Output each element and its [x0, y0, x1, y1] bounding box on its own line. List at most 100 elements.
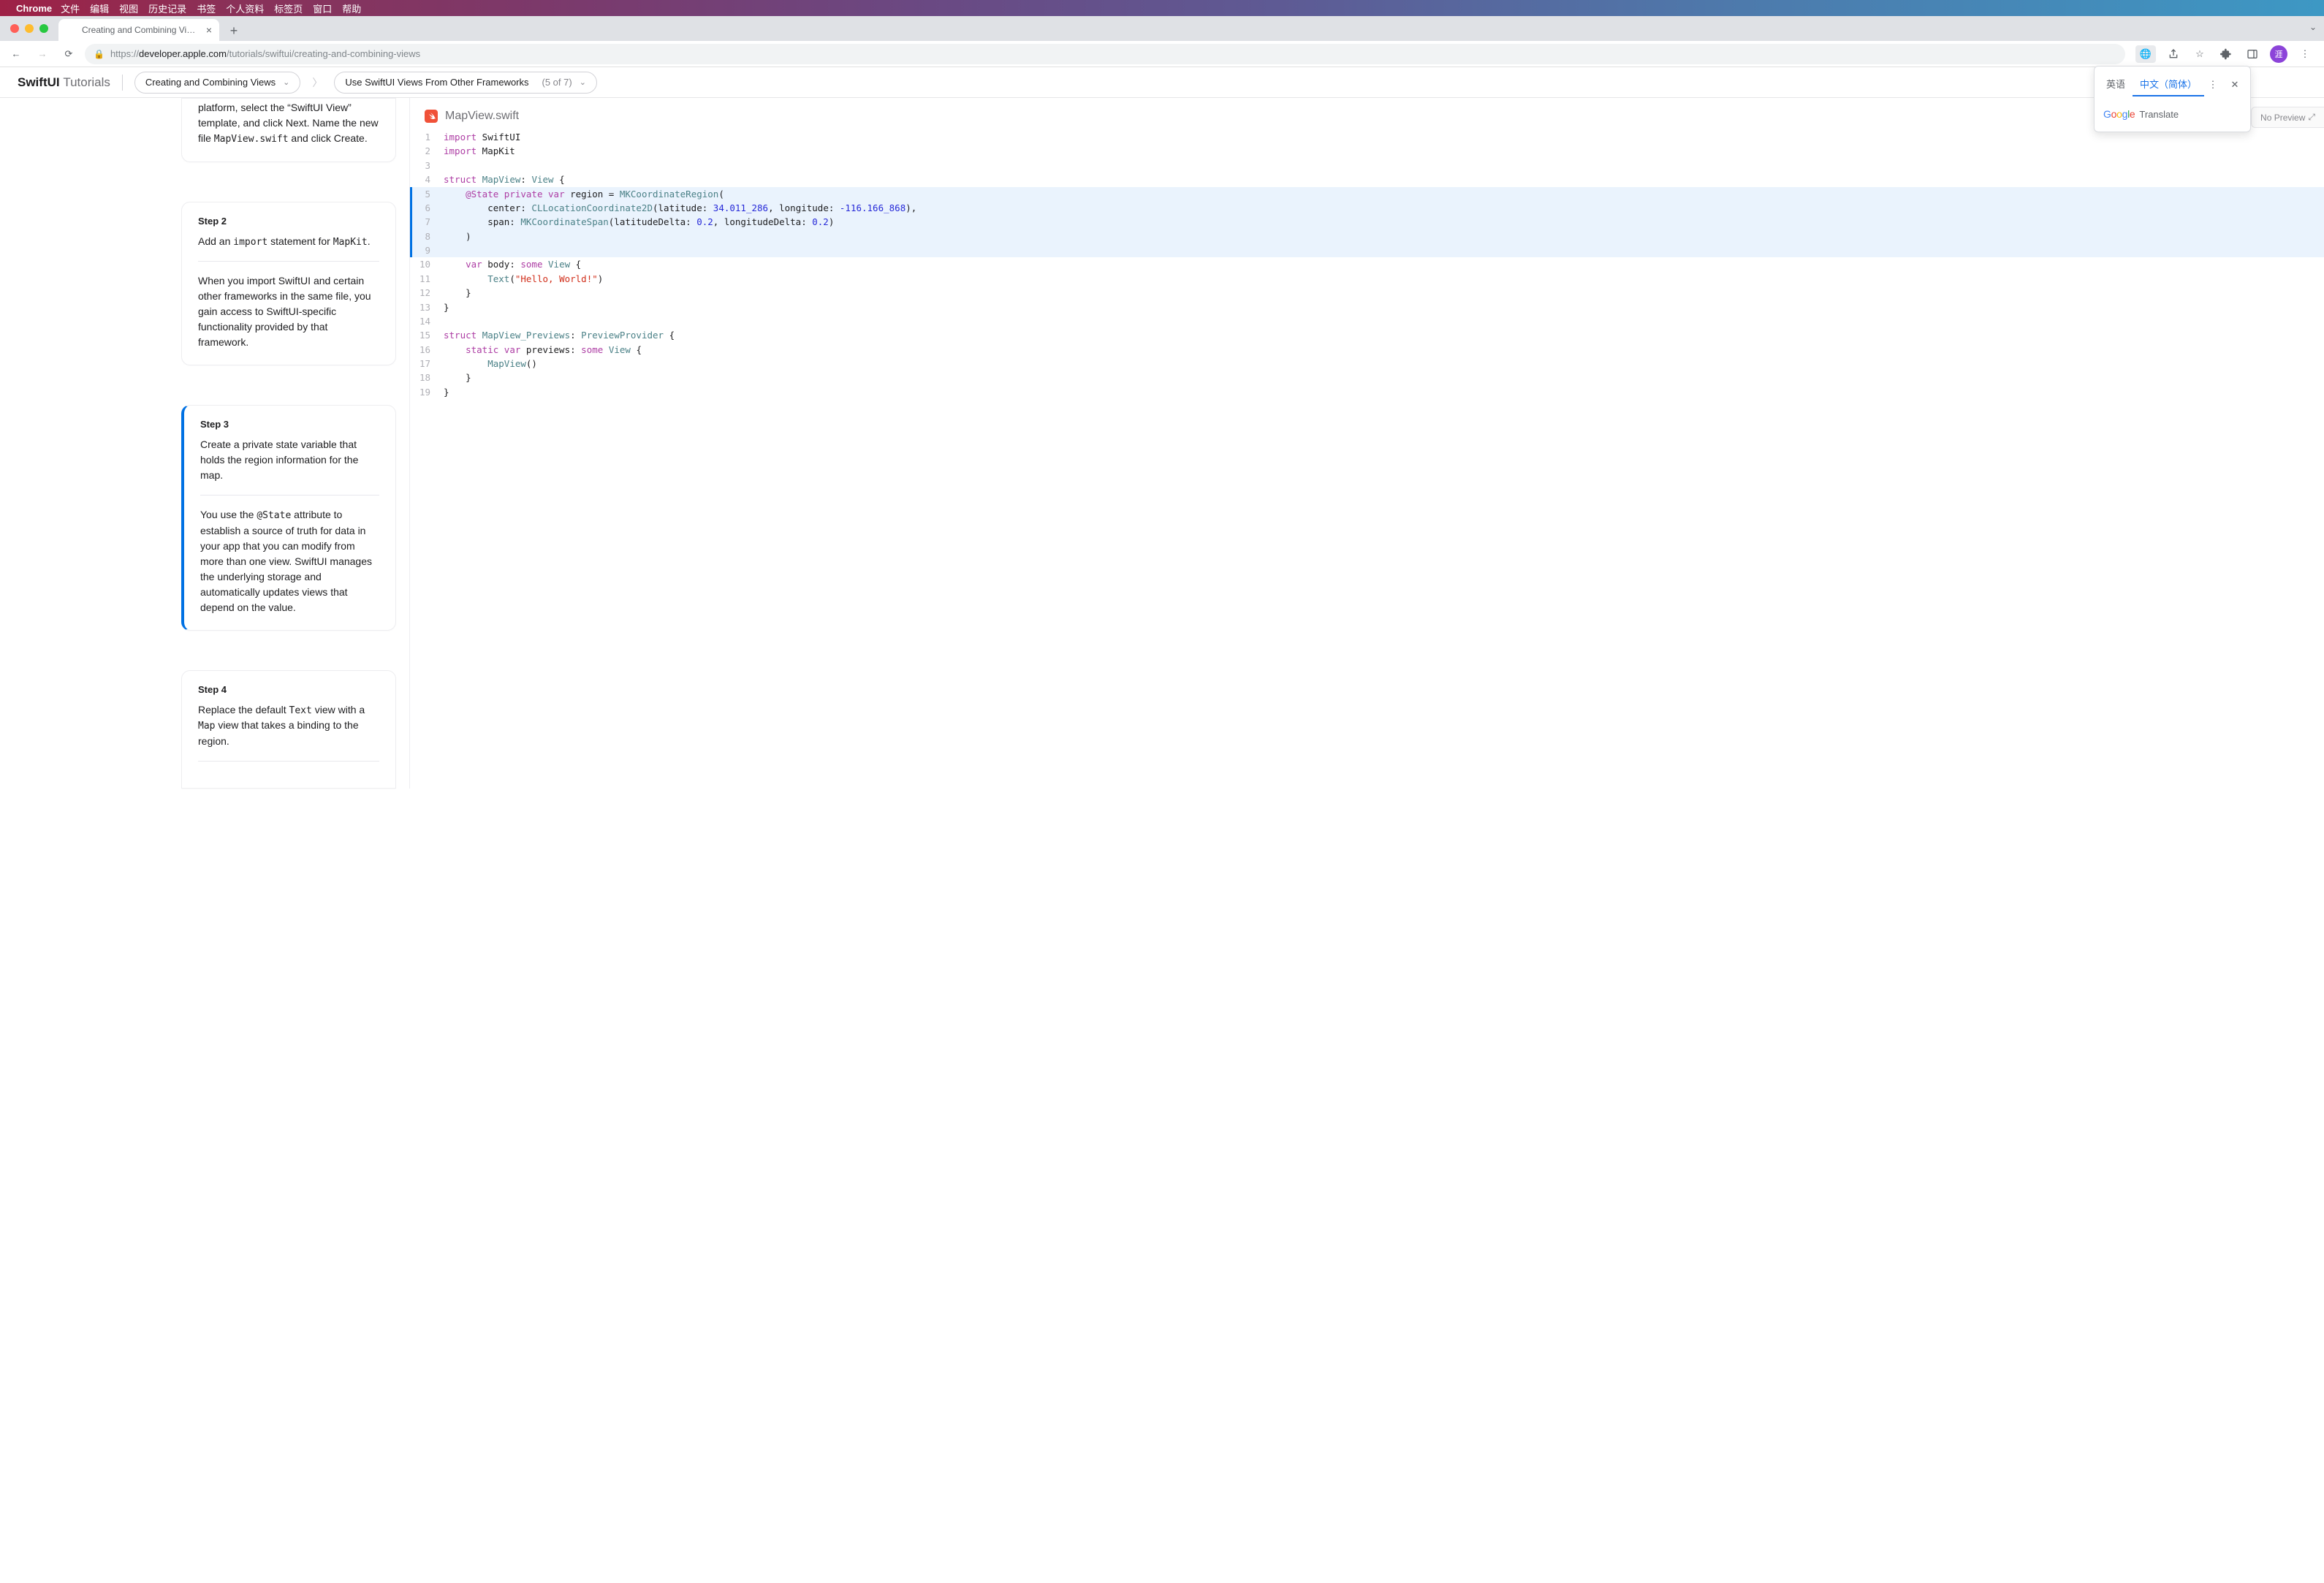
- swift-file-icon: [425, 110, 438, 123]
- step-4-body: Replace the default Text view with a Map…: [198, 702, 379, 749]
- code-text: span: MKCoordinateSpan(latitudeDelta: 0.…: [439, 215, 834, 229]
- step-card-3[interactable]: Step 3 Create a private state variable t…: [181, 405, 396, 631]
- no-preview-label: No Preview: [2260, 113, 2305, 123]
- menubar-item[interactable]: 帮助: [342, 4, 361, 15]
- divider: [198, 261, 379, 262]
- code-line: 12 }: [410, 286, 2324, 300]
- menubar-item[interactable]: 书签: [197, 4, 216, 15]
- browser-tab[interactable]: Creating and Combining Views ×: [58, 19, 219, 41]
- line-number: 18: [410, 371, 439, 384]
- tabs-dropdown-icon[interactable]: ⌄: [2309, 22, 2317, 32]
- code-text: @State private var region = MKCoordinate…: [439, 187, 724, 201]
- toolbar-actions: 🌐 ☆ 涯 ⋮: [2131, 45, 2318, 63]
- profile-avatar[interactable]: 涯: [2270, 45, 2287, 63]
- line-number: 1: [410, 130, 439, 144]
- window-minimize-button[interactable]: [25, 24, 34, 33]
- tab-close-icon[interactable]: ×: [206, 24, 212, 36]
- code-line: 13}: [410, 300, 2324, 314]
- code-line: 10 var body: some View {: [410, 257, 2324, 271]
- sidepanel-icon[interactable]: [2244, 45, 2261, 63]
- divider: [122, 75, 123, 91]
- line-number: 9: [410, 243, 439, 257]
- translate-icon[interactable]: 🌐: [2135, 45, 2156, 63]
- line-number: 14: [410, 314, 439, 328]
- line-number: 19: [410, 385, 439, 399]
- step-3-body: Create a private state variable that hol…: [200, 437, 379, 483]
- menubar-app-name[interactable]: Chrome: [16, 3, 52, 14]
- code-line: 6 center: CLLocationCoordinate2D(latitud…: [410, 201, 2324, 215]
- menubar-item[interactable]: 视图: [119, 4, 138, 15]
- code-text: struct MapView_Previews: PreviewProvider…: [439, 328, 675, 342]
- divider: [198, 761, 379, 762]
- section-label: Use SwiftUI Views From Other Frameworks: [345, 77, 528, 88]
- code-text: [439, 159, 444, 172]
- section-counter: (5 of 7): [542, 77, 572, 88]
- translate-close-icon[interactable]: ✕: [2227, 77, 2243, 93]
- line-number: 3: [410, 159, 439, 172]
- forward-button[interactable]: →: [32, 44, 53, 64]
- google-logo: Google: [2103, 108, 2135, 120]
- section-dropdown[interactable]: Use SwiftUI Views From Other Frameworks …: [334, 72, 597, 94]
- webpage-content: SwiftUI Tutorials Creating and Combining…: [0, 67, 2324, 789]
- menubar-item[interactable]: 编辑: [90, 4, 109, 15]
- code-text: MapView(): [439, 357, 537, 371]
- code-line: 11 Text("Hello, World!"): [410, 272, 2324, 286]
- translate-menu-icon[interactable]: ⋮: [2205, 77, 2221, 93]
- line-number: 6: [410, 201, 439, 215]
- expand-icon: ⤢: [2308, 112, 2315, 123]
- menubar-item[interactable]: 标签页: [274, 4, 303, 15]
- translate-brand-word: Translate: [2139, 109, 2179, 120]
- code-line: 18 }: [410, 371, 2324, 384]
- code-text: struct MapView: View {: [439, 172, 565, 186]
- code-file-header: MapView.swift: [410, 107, 2324, 130]
- step-3-note: You use the @State attribute to establis…: [200, 507, 379, 615]
- share-icon[interactable]: [2165, 45, 2182, 63]
- window-maximize-button[interactable]: [39, 24, 48, 33]
- code-text: center: CLLocationCoordinate2D(latitude:…: [439, 201, 916, 215]
- line-number: 2: [410, 144, 439, 158]
- tab-title: Creating and Combining Views: [82, 25, 200, 35]
- menubar-item[interactable]: 个人资料: [226, 4, 264, 15]
- step-card-4[interactable]: Step 4 Replace the default Text view wit…: [181, 670, 396, 789]
- tab-strip: Creating and Combining Views × + ⌄: [0, 16, 2324, 41]
- code-text: var body: some View {: [439, 257, 581, 271]
- line-number: 13: [410, 300, 439, 314]
- code-line: 1import SwiftUI: [410, 130, 2324, 144]
- translate-tab-target[interactable]: 中文（简体）: [2133, 72, 2204, 96]
- code-text: [439, 314, 444, 328]
- extensions-icon[interactable]: [2217, 45, 2235, 63]
- line-number: 10: [410, 257, 439, 271]
- line-number: 16: [410, 343, 439, 357]
- back-button[interactable]: ←: [6, 44, 26, 64]
- apple-favicon-icon: [66, 25, 76, 35]
- code-line: 9: [410, 243, 2324, 257]
- chapter-label: Creating and Combining Views: [145, 77, 276, 88]
- code-line: 19}: [410, 385, 2324, 399]
- new-tab-button[interactable]: +: [224, 20, 244, 41]
- menubar-item[interactable]: 窗口: [313, 4, 332, 15]
- line-number: 5: [410, 187, 439, 201]
- code-line: 2import MapKit: [410, 144, 2324, 158]
- chrome-menu-icon[interactable]: ⋮: [2296, 45, 2314, 63]
- no-preview-toggle[interactable]: No Preview ⤢: [2251, 107, 2324, 128]
- step-2-note: When you import SwiftUI and certain othe…: [198, 273, 379, 350]
- line-number: 17: [410, 357, 439, 371]
- address-bar[interactable]: 🔒 https://developer.apple.com/tutorials/…: [85, 44, 2125, 64]
- code-text: Text("Hello, World!"): [439, 272, 603, 286]
- window-close-button[interactable]: [10, 24, 19, 33]
- code-text: }: [439, 385, 449, 399]
- steps-column: platform, select the “SwiftUI View” temp…: [0, 98, 409, 789]
- reload-button[interactable]: ⟳: [58, 44, 79, 64]
- chapter-dropdown[interactable]: Creating and Combining Views ⌄: [134, 72, 300, 94]
- bookmark-star-icon[interactable]: ☆: [2191, 45, 2209, 63]
- menubar-item[interactable]: 文件: [61, 4, 80, 15]
- step-3-title: Step 3: [200, 419, 379, 430]
- translate-tab-source[interactable]: 英语: [2099, 72, 2133, 96]
- menubar-item[interactable]: 历史记录: [148, 4, 186, 15]
- code-text: ): [439, 229, 471, 243]
- step-card-2[interactable]: Step 2 Add an import statement for MapKi…: [181, 202, 396, 366]
- macos-menubar: Chrome 文件编辑视图历史记录书签个人资料标签页窗口帮助: [0, 0, 2324, 16]
- brand-title[interactable]: SwiftUI Tutorials: [18, 75, 110, 90]
- line-number: 11: [410, 272, 439, 286]
- code-block[interactable]: 1import SwiftUI2import MapKit34struct Ma…: [410, 130, 2324, 399]
